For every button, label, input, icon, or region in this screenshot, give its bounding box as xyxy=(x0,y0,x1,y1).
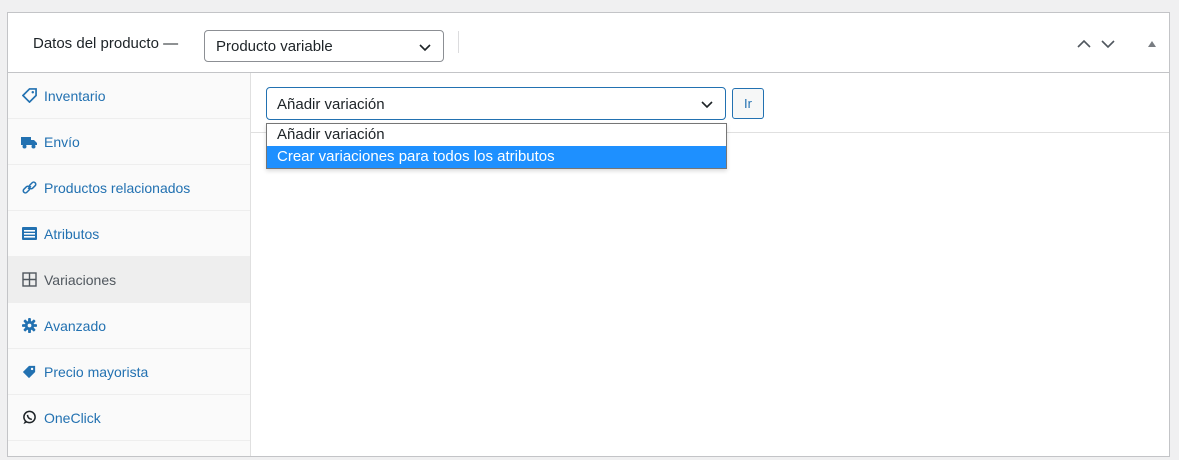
gear-icon xyxy=(21,318,37,334)
tab-oneclick[interactable]: OneClick xyxy=(8,395,250,441)
dropdown-option-add-variation[interactable]: Añadir variación xyxy=(267,124,726,146)
price-tag-icon xyxy=(21,364,37,380)
grid-icon xyxy=(21,272,37,288)
truck-icon xyxy=(21,134,37,150)
move-up-icon[interactable] xyxy=(1075,35,1093,53)
tab-envio[interactable]: Envío xyxy=(8,119,250,165)
header-divider xyxy=(458,31,459,53)
tab-productos-relacionados[interactable]: Productos relacionados xyxy=(8,165,250,211)
collapse-toggle-icon[interactable] xyxy=(1146,35,1158,53)
tab-label: Productos relacionados xyxy=(44,179,191,196)
chevron-down-icon xyxy=(701,101,713,109)
dropdown-option-create-all-variations[interactable]: Crear variaciones para todos los atribut… xyxy=(267,146,726,168)
tab-atributos[interactable]: Atributos xyxy=(8,211,250,257)
tab-label: Variaciones xyxy=(44,271,117,288)
variation-action-dropdown: Añadir variación Crear variaciones para … xyxy=(266,123,727,169)
chevron-down-icon xyxy=(419,44,431,52)
tab-label: Inventario xyxy=(44,87,106,104)
tab-label: Avanzado xyxy=(44,317,107,334)
product-type-select[interactable]: Producto variable xyxy=(204,30,444,62)
tag-icon xyxy=(21,88,37,104)
whatsapp-icon xyxy=(21,410,37,426)
tab-avanzado[interactable]: Avanzado xyxy=(8,303,250,349)
move-down-icon[interactable] xyxy=(1099,35,1117,53)
product-data-tabs: Inventario Envío Productos relacionados … xyxy=(8,73,251,456)
panel-title: Datos del producto — xyxy=(33,35,179,52)
tab-label: OneClick xyxy=(44,409,101,426)
tab-precio-mayorista[interactable]: Precio mayorista xyxy=(8,349,250,395)
tab-label: Atributos xyxy=(44,225,100,242)
tab-variaciones[interactable]: Variaciones xyxy=(8,257,250,303)
link-icon xyxy=(21,180,37,196)
list-icon xyxy=(21,226,37,242)
panel-header: Datos del producto — Producto variable xyxy=(8,13,1169,73)
tab-label: Precio mayorista xyxy=(44,363,149,380)
product-data-panel: Datos del producto — Producto variable I… xyxy=(7,12,1170,457)
variation-action-value: Añadir variación xyxy=(277,96,385,113)
product-type-value: Producto variable xyxy=(216,38,333,55)
go-button[interactable]: Ir xyxy=(732,88,764,119)
tab-label: Envío xyxy=(44,133,80,150)
tab-inventario[interactable]: Inventario xyxy=(8,73,250,119)
variation-action-select[interactable]: Añadir variación xyxy=(266,87,726,120)
